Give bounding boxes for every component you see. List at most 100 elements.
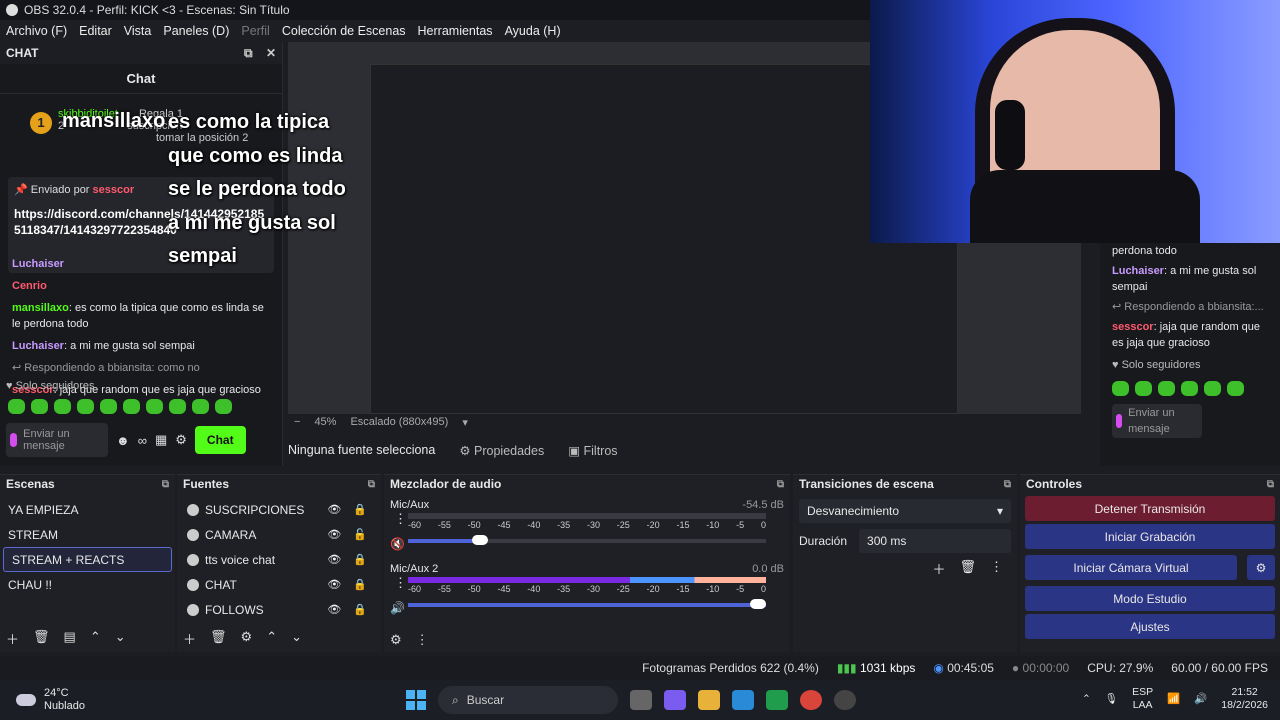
volume-slider[interactable] (408, 599, 766, 609)
chevron-down-icon[interactable]: ▾ (462, 416, 468, 429)
filters-button[interactable]: ▣ Filtros (568, 443, 617, 458)
stop-stream-button[interactable]: Detener Transmisión (1025, 496, 1275, 521)
menu-herramientas[interactable]: Herramientas (412, 24, 499, 38)
chat-user[interactable]: Luchaiser (12, 258, 64, 270)
chevron-up-icon[interactable]: ⌃ (1082, 693, 1091, 706)
emote-icon[interactable] (1112, 381, 1129, 396)
undock-icon[interactable]: ⧉ (1267, 479, 1274, 490)
emote-icon[interactable] (1227, 381, 1244, 396)
lock-icon[interactable]: 🔓 (353, 528, 367, 541)
emote-icon[interactable] (31, 399, 48, 414)
studio-mode-button[interactable]: Modo Estudio (1025, 586, 1275, 611)
emote-icon[interactable] (100, 399, 117, 414)
obs-icon[interactable] (834, 690, 856, 710)
source-item[interactable]: CAMARA 👁 🔓 (183, 522, 381, 547)
chat-user[interactable]: Luchaiser (1112, 265, 1164, 277)
language-indicator[interactable]: ESP LAA (1132, 686, 1153, 712)
emote-icon[interactable] (1204, 381, 1221, 396)
volume-slider[interactable] (408, 535, 766, 545)
scene-item[interactable]: STREAM (0, 522, 175, 547)
close-icon[interactable]: ✕ (266, 46, 276, 60)
scale-mode[interactable]: Escalado (880x495) (350, 416, 448, 428)
copilot-icon[interactable] (664, 690, 686, 710)
source-item[interactable]: FOLLOWS 👁 🔒 (183, 597, 381, 622)
emote-icon[interactable] (54, 399, 71, 414)
chat-user[interactable]: sesscor (1112, 321, 1154, 333)
chat-message-input[interactable]: Enviar un mensaje (1112, 404, 1202, 438)
zoom-out-icon[interactable]: − (294, 416, 300, 428)
menu-ayuda[interactable]: Ayuda (H) (499, 24, 567, 38)
infinity-icon[interactable]: ∞ (138, 433, 147, 448)
undock-icon[interactable]: ⧉ (244, 46, 253, 60)
lock-icon[interactable]: 🔒 (353, 578, 367, 591)
slider-handle[interactable] (471, 535, 488, 545)
clock[interactable]: 21:52 18/2/2026 (1221, 686, 1268, 712)
add-icon[interactable]: ＋ (6, 629, 19, 648)
speaker-icon[interactable]: 🔊 (390, 601, 405, 615)
emote-icon[interactable] (1181, 381, 1198, 396)
trash-icon[interactable]: 🗑 (210, 629, 227, 648)
advanced-audio-icon[interactable]: ⚙ (390, 632, 402, 648)
menu-archivo[interactable]: Archivo (F) (0, 24, 73, 38)
menu-editar[interactable]: Editar (73, 24, 118, 38)
lock-icon[interactable]: 🔒 (353, 553, 367, 566)
task-view-icon[interactable] (630, 690, 652, 710)
gear-icon[interactable]: ⚙ (1247, 555, 1275, 580)
mic-icon[interactable]: 🎙 (1105, 693, 1118, 706)
kebab-menu-icon[interactable]: ⋮ (394, 511, 407, 527)
arrow-down-icon[interactable]: ⌄ (291, 629, 302, 648)
eye-icon[interactable]: 👁 (327, 553, 341, 566)
emote-icon[interactable] (215, 399, 232, 414)
lock-icon[interactable]: 🔒 (353, 503, 367, 516)
menu-paneles[interactable]: Paneles (D) (157, 24, 235, 38)
eye-icon[interactable]: 👁 (327, 578, 341, 591)
lock-icon[interactable]: 🔒 (353, 603, 367, 616)
emote-icon[interactable] (1135, 381, 1152, 396)
gear-icon[interactable]: ⚙ (175, 432, 187, 448)
emote-icon[interactable] (146, 399, 163, 414)
emote-icon[interactable] (1158, 381, 1175, 396)
start-recording-button[interactable]: Iniciar Grabación (1025, 524, 1275, 549)
gear-icon[interactable]: ⚙ (241, 629, 253, 648)
properties-button[interactable]: ⚙ Propiedades (459, 443, 544, 458)
trash-icon[interactable]: 🗑 (959, 559, 976, 578)
wifi-icon[interactable]: 📶 (1167, 693, 1180, 706)
emote-icon[interactable] (192, 399, 209, 414)
emote-icon[interactable] (169, 399, 186, 414)
arrow-up-icon[interactable]: ⌃ (90, 629, 101, 648)
eye-icon[interactable]: 👁 (327, 503, 341, 516)
scene-item-selected[interactable]: STREAM + REACTS (3, 547, 172, 572)
arrow-down-icon[interactable]: ⌄ (115, 629, 126, 648)
undock-icon[interactable]: ⧉ (1004, 479, 1011, 490)
emote-icon[interactable] (77, 399, 94, 414)
chat-user[interactable]: mansillaxo (12, 302, 69, 314)
source-item[interactable]: tts voice chat 👁 🔒 (183, 547, 381, 572)
excel-icon[interactable] (766, 690, 788, 710)
transition-select[interactable]: Desvanecimiento ▾ (799, 499, 1011, 523)
kebab-menu-icon[interactable]: ⋮ (990, 559, 1003, 578)
weather-widget[interactable]: 24°C Nublado (0, 687, 85, 713)
muted-speaker-icon[interactable]: 🔇 (390, 537, 405, 551)
windows-start-icon[interactable] (406, 690, 426, 710)
chrome-icon[interactable] (800, 690, 822, 710)
eye-icon[interactable]: 👁 (327, 528, 341, 541)
eye-icon[interactable]: 👁 (327, 603, 341, 616)
file-explorer-icon[interactable] (698, 690, 720, 710)
menu-coleccion[interactable]: Colección de Escenas (276, 24, 412, 38)
taskbar-search[interactable]: ⌕ Buscar (438, 686, 618, 714)
add-icon[interactable]: ＋ (932, 559, 945, 578)
filter-icon[interactable]: ▤ (64, 629, 76, 648)
source-item[interactable]: SUSCRIPCIONES 👁 🔒 (183, 497, 381, 522)
kebab-menu-icon[interactable]: ⋮ (416, 632, 429, 648)
chat-user[interactable]: Cenrio (12, 280, 47, 292)
word-icon[interactable] (732, 690, 754, 710)
arrow-up-icon[interactable]: ⌃ (266, 629, 277, 648)
send-chat-button[interactable]: Chat (194, 426, 246, 454)
add-icon[interactable]: ＋ (183, 629, 196, 648)
undock-icon[interactable]: ⧉ (162, 479, 169, 490)
settings-button[interactable]: Ajustes (1025, 614, 1275, 639)
emoji-icon[interactable]: ☻ (116, 433, 130, 448)
chat-message-input[interactable]: Enviar un mensaje (6, 423, 108, 457)
kebab-menu-icon[interactable]: ⋮ (394, 575, 407, 591)
start-virtual-camera-button[interactable]: Iniciar Cámara Virtual (1025, 555, 1237, 580)
